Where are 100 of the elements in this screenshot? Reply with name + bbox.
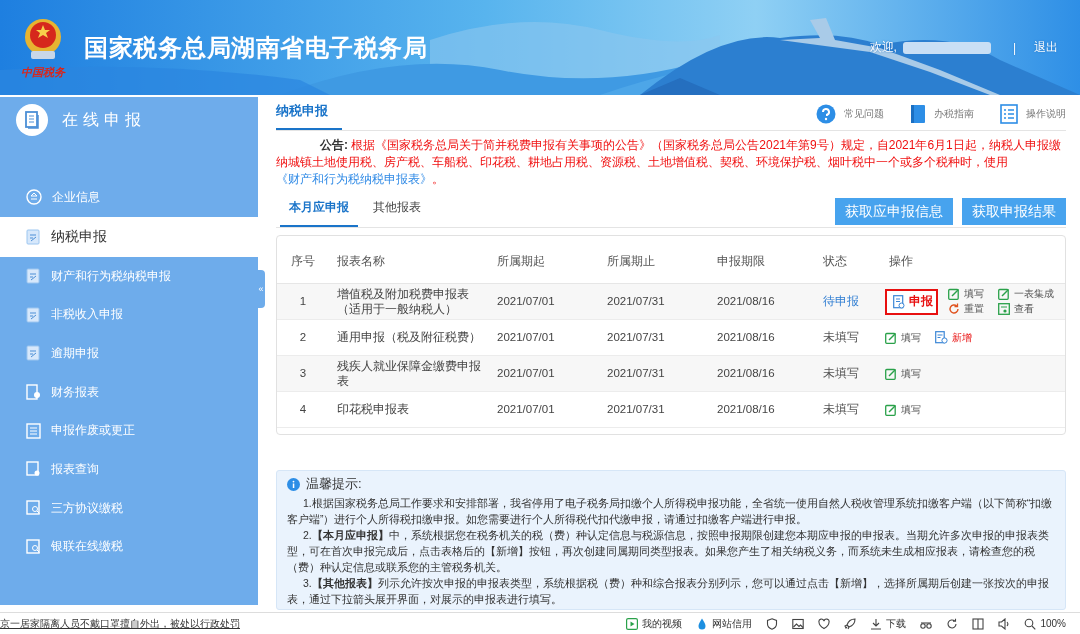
search-icon <box>1024 617 1037 630</box>
document-icon <box>26 384 41 401</box>
column-header: 所属期止 <box>606 253 656 270</box>
notice-link[interactable]: 《财产和行为税纳税申报表》 <box>276 172 432 186</box>
refresh-icon <box>948 303 960 315</box>
action-link[interactable]: 填写 <box>885 330 921 345</box>
refresh-icon <box>946 617 959 630</box>
heart-icon <box>818 617 831 630</box>
action-link[interactable]: 新增 <box>935 330 972 345</box>
status-bar-button[interactable] <box>844 617 857 630</box>
sub-tab[interactable]: 本月应申报 <box>280 199 358 227</box>
window-icon <box>972 617 985 630</box>
search-icon <box>26 500 41 517</box>
status-text: 未填写 <box>822 366 860 381</box>
news-link[interactable]: 京一居家隔离人员不戴口罩擅自外出，被处以行政处罚 <box>0 616 240 631</box>
edit-icon <box>998 288 1010 300</box>
edit-icon <box>885 367 897 380</box>
table-cell-text: 2021/07/01 <box>496 402 556 417</box>
help-link[interactable]: 操作说明 <box>1000 103 1066 124</box>
status-bar-button[interactable] <box>818 617 831 630</box>
table-cell-text: 4 <box>298 402 308 417</box>
table-cell-text: 增值税及附加税费申报表（适用于一般纳税人） <box>336 286 470 317</box>
status-bar-button[interactable] <box>792 617 805 630</box>
column-header: 申报期限 <box>716 253 766 270</box>
action-link[interactable]: 查看 <box>998 302 1054 316</box>
document-icon <box>26 306 41 323</box>
action-link[interactable]: 填写 <box>885 366 921 381</box>
document-icon <box>26 345 41 362</box>
notice-text: 公告: 根据《国家税务总局关于简并税费申报有关事项的公告》（国家税务总局公告2021年第9号）规定，自2021年6月1日起，纳税人申报缴纳城镇土地使用税、房产税、车船税、印花税、耕地占用税、资源税、土地增值税、契税、环境保护税、烟叶税中一个或多个税种时，使用 《财产和行为税纳税申报表》。 <box>276 137 1062 188</box>
table-cell-text: 2021/08/16 <box>716 366 776 381</box>
table-cell-text: 1 <box>298 294 308 309</box>
play-icon <box>626 617 639 630</box>
table-cell-text: 3 <box>298 366 308 381</box>
table-cell-text: 2021/07/01 <box>496 330 556 345</box>
tip-text: 2.【本月应申报】中，系统根据您在税务机关的税（费）种认定信息与税源信息，按照申报期限创建您本期应申报的申报表。当期允许多次申报的申报表类型，可在首次申报完成后，点击表格后的【新增】按钮，再次创建同属期同类型报表。如果您产生了相关纳税义务，而系统未生成相应报表，请检查您的税（费）种认定信息或联系您的主管税务机关。 <box>287 528 1050 575</box>
action-link[interactable]: 重置 <box>948 302 984 316</box>
column-header: 报表名称 <box>336 253 386 270</box>
table-cell-text: 2021/07/01 <box>496 294 556 309</box>
table-cell-text: 2021/07/31 <box>606 330 666 345</box>
edit-icon <box>948 288 960 300</box>
company-icon <box>26 189 42 206</box>
table-cell-text: 2021/08/16 <box>716 402 776 417</box>
view-icon <box>998 303 1010 315</box>
list-icon <box>1000 103 1018 124</box>
column-header: 序号 <box>290 253 316 270</box>
action-link[interactable]: 填写 <box>948 287 984 301</box>
tip-text: 1.根据国家税务总局工作要求和安排部署，我省停用了电子税务局扣缴个人所得税申报功能，全省统一使用自然人税收管理系统扣缴客户端（以下简称“扣缴客户端”）进行个人所得税扣缴申报。如您需要进行个人所得税代扣代缴申报，请通过扣缴客户端进行申报。 <box>287 496 1054 527</box>
document-icon <box>26 268 41 285</box>
status-text: 未填写 <box>822 330 860 345</box>
table-cell-text: 2021/08/16 <box>716 294 776 309</box>
list-icon <box>26 422 41 439</box>
site-title: 国家税务总局湖南省电子税务局 <box>84 32 427 63</box>
edit-icon <box>885 403 897 416</box>
column-header: 所属期起 <box>496 253 546 270</box>
status-bar-button[interactable]: 下载 <box>870 616 907 631</box>
tips-title: 温馨提示: <box>306 475 362 493</box>
logo-caption: 中国税务 <box>21 65 65 80</box>
table-cell-text: 2 <box>298 330 308 345</box>
table-cell-text: 2021/08/16 <box>716 330 776 345</box>
document-icon <box>893 294 905 309</box>
action-link[interactable]: 一表集成 <box>998 287 1054 301</box>
download-icon <box>870 617 883 630</box>
status-bar-button[interactable] <box>946 617 959 630</box>
status-bar-button[interactable] <box>972 617 985 630</box>
add-document-icon <box>935 331 948 344</box>
sub-tab[interactable]: 其他报表 <box>358 199 436 227</box>
fetch-button[interactable]: 获取应申报信息 <box>835 198 953 225</box>
book-icon <box>910 103 926 124</box>
help-link[interactable]: 办税指南 <box>910 103 974 124</box>
document-icon <box>16 104 48 136</box>
status-bar-button[interactable]: 网站信用 <box>696 616 753 631</box>
speaker-icon <box>998 617 1011 630</box>
table-cell-text: 2021/07/31 <box>606 402 666 417</box>
table-cell-text: 2021/07/31 <box>606 366 666 381</box>
tip-text: 3.【其他报表】列示允许按次申报的申报表类型，系统根据税（费）种和综合报表分别列示，您可以通过点击【新增】，选择所属期后创建一张按次的申报表，通过下拉箭头展开界面，对展示的申报表进行填写。 <box>287 576 1050 607</box>
table-cell-text: 印花税申报表 <box>336 402 410 417</box>
status-bar-button[interactable]: 100% <box>1024 617 1066 630</box>
action-link[interactable]: 填写 <box>885 402 921 417</box>
column-header: 操作 <box>888 253 914 270</box>
search-icon <box>26 538 41 555</box>
declare-button[interactable]: 申报 <box>885 288 938 315</box>
sidebar-title: 在线申报 <box>62 109 146 130</box>
image-icon <box>792 617 805 630</box>
status-bar-button[interactable]: 我的视频 <box>626 616 683 631</box>
fetch-button[interactable]: 获取申报结果 <box>962 198 1066 225</box>
help-link[interactable]: 常见问题 <box>816 103 884 124</box>
table-cell-text: 通用申报（税及附征税费） <box>336 330 482 345</box>
status-bar-button[interactable] <box>998 617 1011 630</box>
rocket-icon <box>844 617 857 630</box>
logout-link[interactable]: 退出 <box>1034 39 1058 56</box>
table-cell-text: 残疾人就业保障金缴费申报表 <box>336 358 482 389</box>
sidebar-item[interactable]: 纳税申报 <box>0 216 258 257</box>
document-icon <box>26 461 41 478</box>
column-header: 状态 <box>822 253 848 270</box>
status-bar-button[interactable] <box>766 617 779 630</box>
separator: | <box>1012 40 1016 55</box>
page-tab[interactable]: 纳税申报 <box>276 102 342 130</box>
shield-icon <box>766 617 779 630</box>
table-cell-text: 2021/07/01 <box>496 366 556 381</box>
document-icon <box>26 228 41 245</box>
